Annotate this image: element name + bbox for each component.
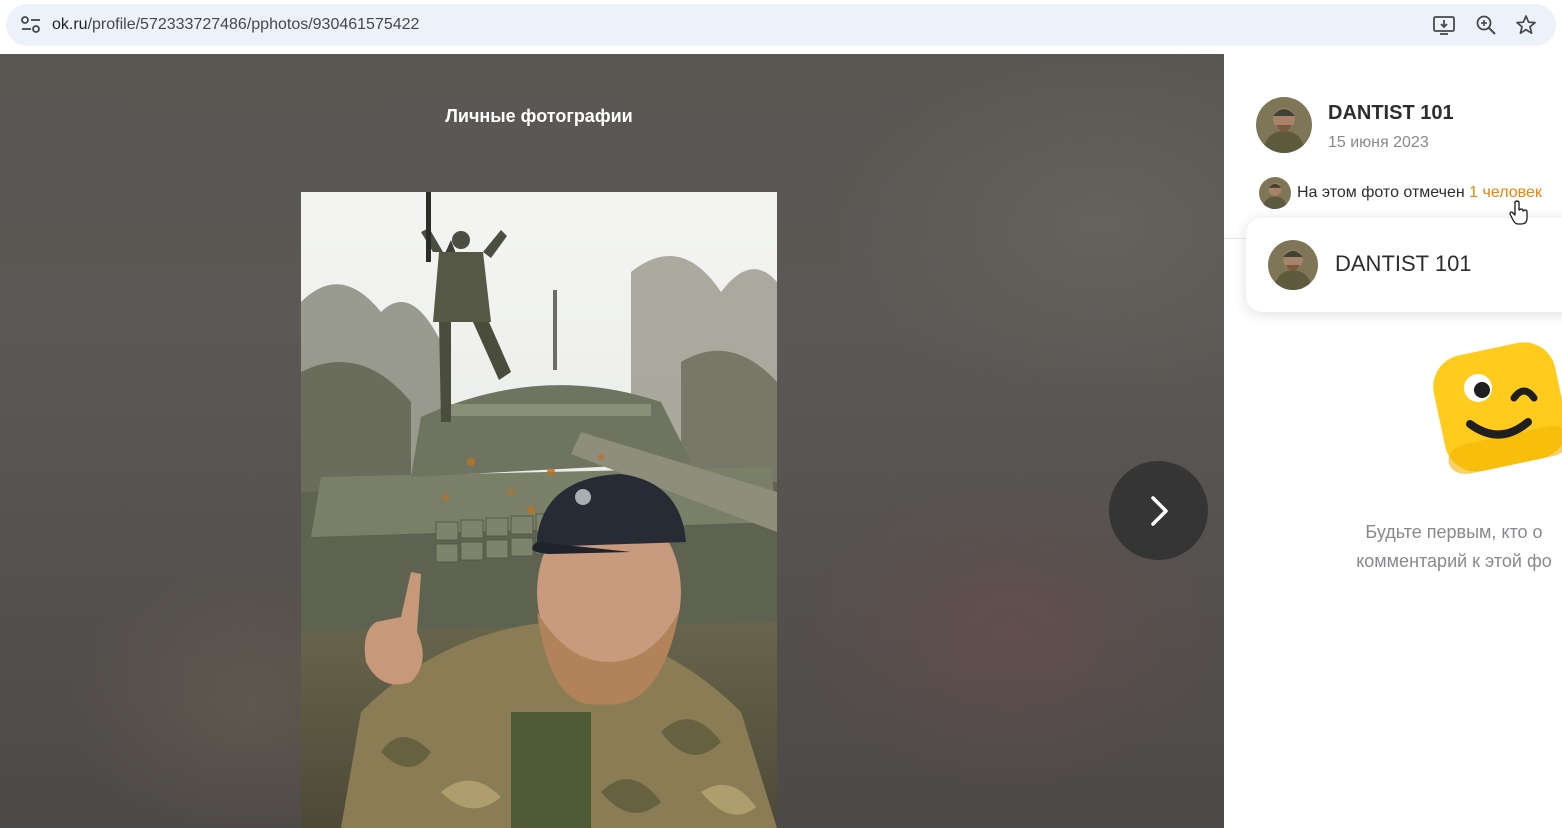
photo-viewer: Личные фотографии [0, 54, 1224, 828]
chevron-right-icon [1151, 496, 1168, 526]
main-photo[interactable] [301, 192, 777, 828]
wink-mascot-icon [1433, 342, 1562, 474]
empty-comments-line-1: Будьте первым, кто о [1365, 522, 1543, 542]
tagged-count-link[interactable]: 1 человек [1469, 184, 1542, 201]
author-name[interactable]: DANTIST 101 [1328, 102, 1454, 125]
tagged-avatar[interactable] [1259, 177, 1291, 209]
avatar-image [1256, 97, 1312, 153]
bookmark-star-icon[interactable] [1514, 14, 1538, 36]
photo-image [301, 192, 777, 828]
tagged-person-avatar[interactable] [1268, 240, 1318, 290]
browser-toolbar: ok.ru/profile/572333727486/pphotos/93046… [0, 0, 1562, 54]
avatar-image [1259, 177, 1291, 209]
tagged-people-line: На этом фото отмечен 1 человек [1297, 184, 1542, 202]
hand-cursor-icon [1509, 200, 1528, 225]
empty-comments-line-2: комментарий к этой фо [1356, 551, 1552, 571]
author-avatar[interactable] [1256, 97, 1312, 153]
url-host: ok.ru [52, 16, 88, 33]
avatar-image [1268, 240, 1318, 290]
tagged-person-popup[interactable]: DANTIST 101 [1246, 218, 1562, 312]
address-bar[interactable]: ok.ru/profile/572333727486/pphotos/93046… [6, 4, 1556, 46]
tagged-person-name[interactable]: DANTIST 101 [1335, 251, 1472, 277]
next-photo-button[interactable] [1109, 461, 1208, 560]
install-app-icon[interactable] [1432, 14, 1456, 36]
photo-info-panel: DANTIST 101 15 июня 2023 На этом фото от… [1224, 54, 1562, 828]
zoom-icon[interactable] [1474, 14, 1498, 36]
url-text[interactable]: ok.ru/profile/572333727486/pphotos/93046… [52, 16, 419, 34]
album-title: Личные фотографии [445, 106, 633, 126]
empty-comments-message: Будьте первым, кто о комментарий к этой … [1334, 518, 1562, 576]
tag-prefix: На этом фото отмечен [1297, 184, 1465, 201]
url-path: /profile/572333727486/pphotos/9304615754… [87, 16, 420, 33]
site-info-icon[interactable] [20, 15, 42, 35]
photo-date: 15 июня 2023 [1328, 134, 1429, 151]
